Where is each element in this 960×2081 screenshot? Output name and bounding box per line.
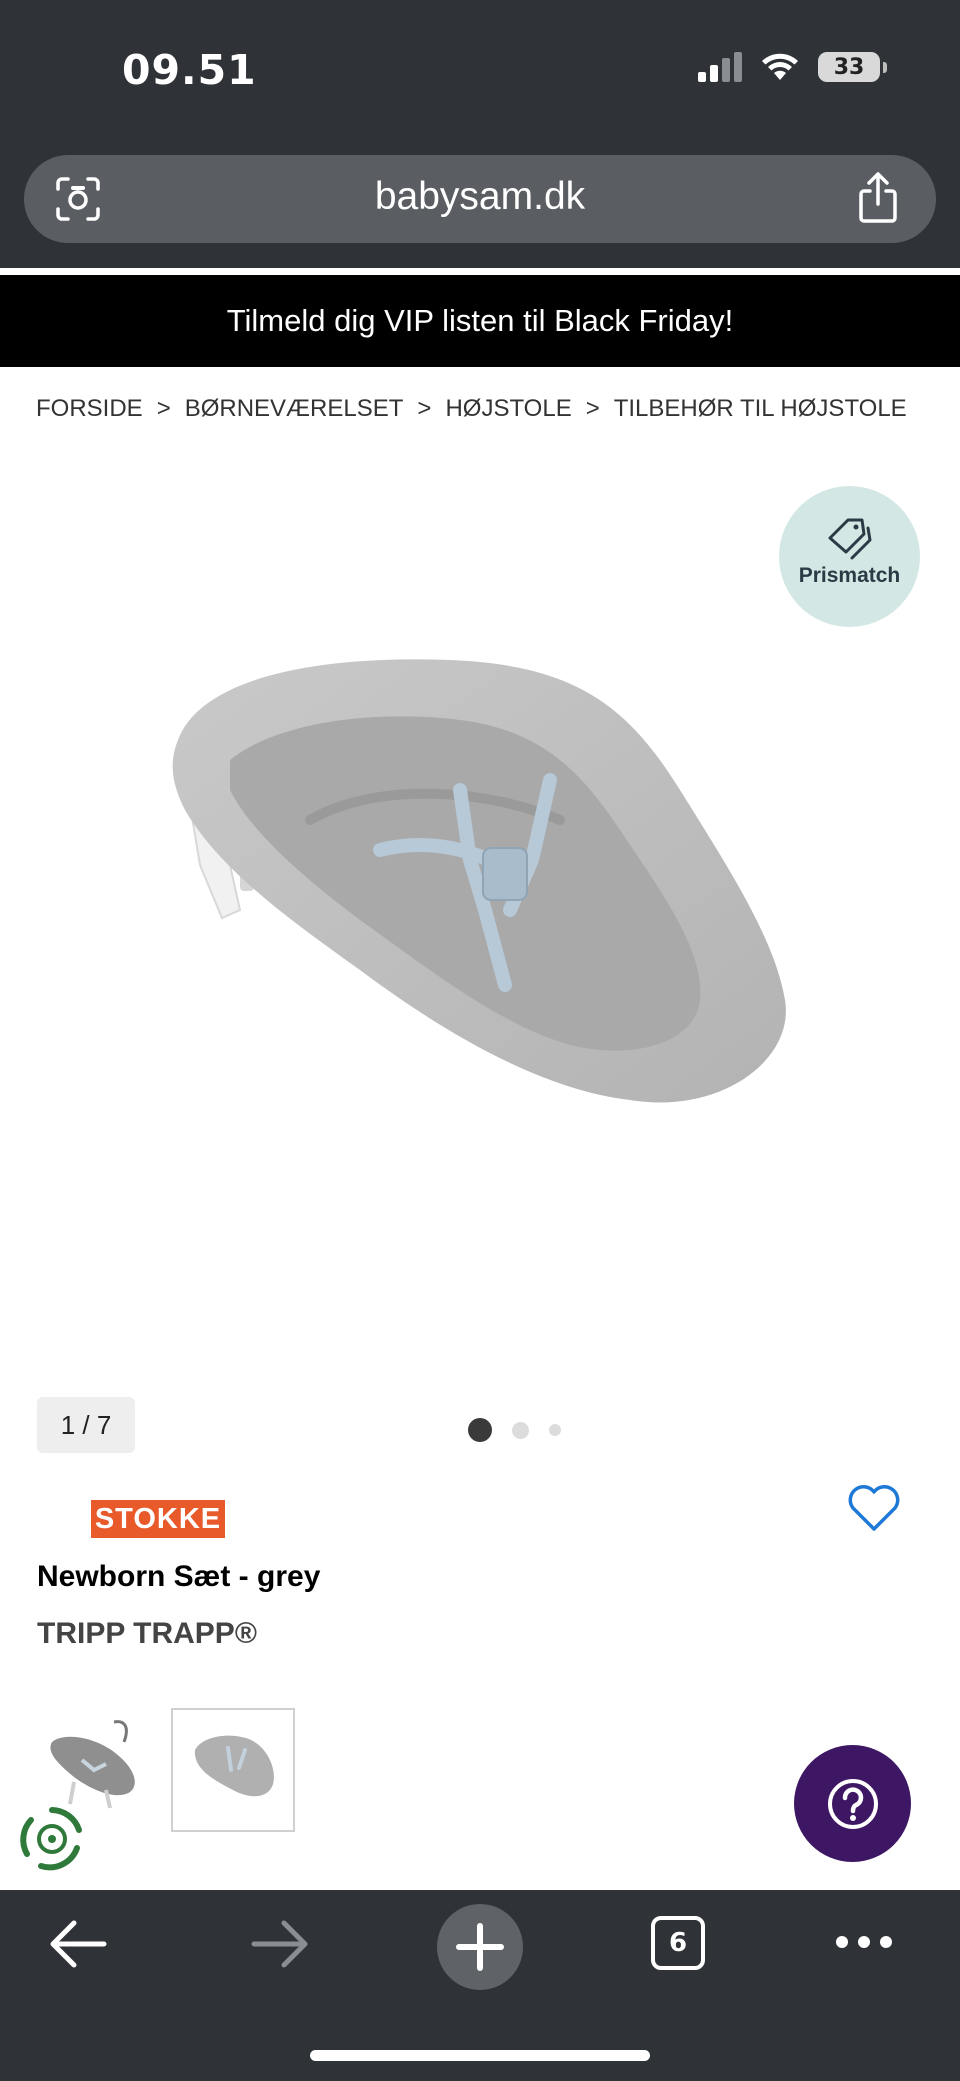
battery-indicator: 33 [818, 52, 887, 82]
breadcrumb-item-boernevaerelset[interactable]: BØRNEVÆRELSET [185, 395, 404, 423]
product-series[interactable]: TRIPP TRAPP® [37, 1617, 257, 1651]
breadcrumb: FORSIDE > BØRNEVÆRELSET > HØJSTOLE > TIL… [36, 395, 907, 423]
thumbnail-2[interactable] [171, 1708, 295, 1832]
product-image[interactable] [160, 650, 800, 1130]
tabs-button[interactable]: 6 [651, 1916, 705, 1970]
url-field[interactable]: babysam.dk [24, 155, 936, 243]
breadcrumb-separator: > [585, 395, 600, 422]
breadcrumb-item-hoejstole[interactable]: HØJSTOLE [445, 395, 571, 423]
gallery-dot-2[interactable] [512, 1421, 529, 1439]
browser-address-bar: babysam.dk [0, 140, 960, 268]
home-indicator [310, 2050, 650, 2061]
prismatch-button[interactable]: Prismatch [779, 486, 920, 627]
wifi-icon [762, 53, 798, 80]
thumbnail-2-image [194, 1735, 274, 1797]
tab-count: 6 [668, 1928, 688, 1958]
breadcrumb-item-forside[interactable]: FORSIDE [36, 395, 143, 423]
browser-toolbar: 6 [0, 1890, 960, 2081]
breadcrumb-separator: > [156, 395, 171, 422]
breadcrumb-item-tilbehoer[interactable]: TILBEHØR TIL HØJSTOLE [614, 395, 907, 423]
breadcrumb-separator: > [417, 395, 432, 422]
gallery-pagination[interactable] [468, 1418, 561, 1442]
product-name: Newborn Sæt - grey [37, 1560, 321, 1593]
brand-logo[interactable]: STOKKE [91, 1500, 225, 1538]
recycle-icon[interactable] [17, 1804, 87, 1874]
thumbnail-1[interactable] [44, 1712, 148, 1816]
status-time: 09.51 [122, 46, 257, 94]
url-text[interactable]: babysam.dk [24, 175, 936, 219]
status-icons: 33 [698, 52, 887, 82]
price-tag-icon [828, 518, 872, 560]
new-tab-button[interactable] [437, 1904, 523, 1990]
gallery-dot-1[interactable] [468, 1418, 492, 1442]
promo-banner[interactable]: Tilmeld dig VIP listen til Black Friday! [0, 275, 960, 367]
question-mark-icon [827, 1778, 878, 1829]
help-button[interactable] [794, 1745, 911, 1862]
gallery-dot-3[interactable] [549, 1424, 561, 1436]
share-icon[interactable] [854, 171, 902, 225]
gallery-counter: 1 / 7 [37, 1397, 135, 1453]
heart-icon[interactable] [846, 1483, 902, 1533]
prismatch-label: Prismatch [798, 564, 901, 587]
signal-icon [698, 52, 742, 82]
divider [0, 268, 960, 274]
arrow-right-icon[interactable] [248, 1914, 312, 1974]
more-dots-icon[interactable] [833, 1932, 895, 1952]
status-bar: 09.51 33 [0, 0, 960, 140]
plus-icon [456, 1923, 504, 1971]
arrow-left-icon[interactable] [46, 1914, 110, 1974]
